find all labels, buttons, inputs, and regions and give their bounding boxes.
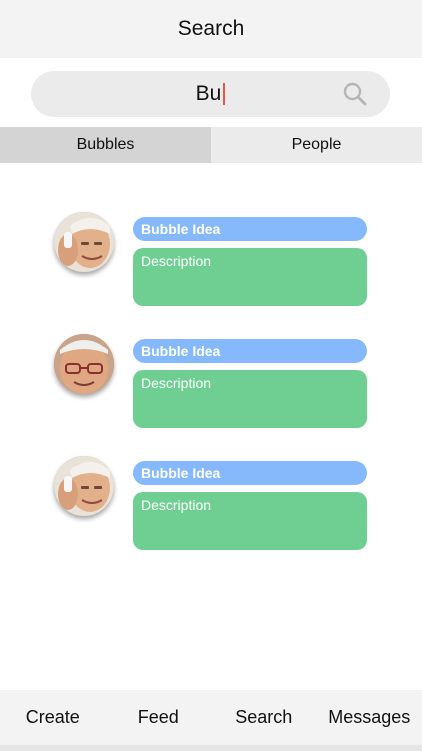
- bubble-title[interactable]: Bubble Idea: [133, 339, 367, 363]
- result-tabs: Bubbles People: [0, 127, 422, 163]
- avatar[interactable]: [54, 456, 114, 516]
- list-item[interactable]: Bubble Idea Description: [0, 212, 422, 312]
- search-input-value[interactable]: Bu: [196, 82, 222, 106]
- avatar[interactable]: [54, 334, 114, 394]
- bubble-title[interactable]: Bubble Idea: [133, 461, 367, 485]
- search-input[interactable]: Bu: [31, 71, 390, 117]
- tab-bubbles[interactable]: Bubbles: [0, 127, 211, 163]
- nav-create[interactable]: Create: [0, 707, 106, 728]
- nav-feed[interactable]: Feed: [106, 707, 212, 728]
- page-header: Search: [0, 0, 422, 58]
- avatar[interactable]: [54, 212, 114, 272]
- tab-people[interactable]: People: [211, 127, 422, 163]
- avatar-image: [54, 456, 114, 516]
- tab-bubbles-label: Bubbles: [76, 136, 135, 153]
- bubble-title[interactable]: Bubble Idea: [133, 217, 367, 241]
- bubble-description[interactable]: Description: [133, 248, 367, 306]
- list-item[interactable]: Bubble Idea Description: [0, 456, 422, 556]
- nav-messages[interactable]: Messages: [317, 707, 422, 728]
- text-caret: [223, 83, 226, 105]
- list-item[interactable]: Bubble Idea Description: [0, 334, 422, 434]
- bubble-description[interactable]: Description: [133, 370, 367, 428]
- tab-people-label: People: [291, 136, 342, 153]
- search-bar[interactable]: Bu: [31, 71, 390, 117]
- bottom-divider: [0, 745, 422, 751]
- bottom-nav: Create Feed Search Messages: [0, 690, 422, 745]
- avatar-image: [54, 334, 114, 394]
- avatar-image: [54, 212, 114, 272]
- nav-search[interactable]: Search: [211, 707, 317, 728]
- search-icon[interactable]: [342, 81, 368, 107]
- page-title: Search: [177, 17, 245, 40]
- bubble-description[interactable]: Description: [133, 492, 367, 550]
